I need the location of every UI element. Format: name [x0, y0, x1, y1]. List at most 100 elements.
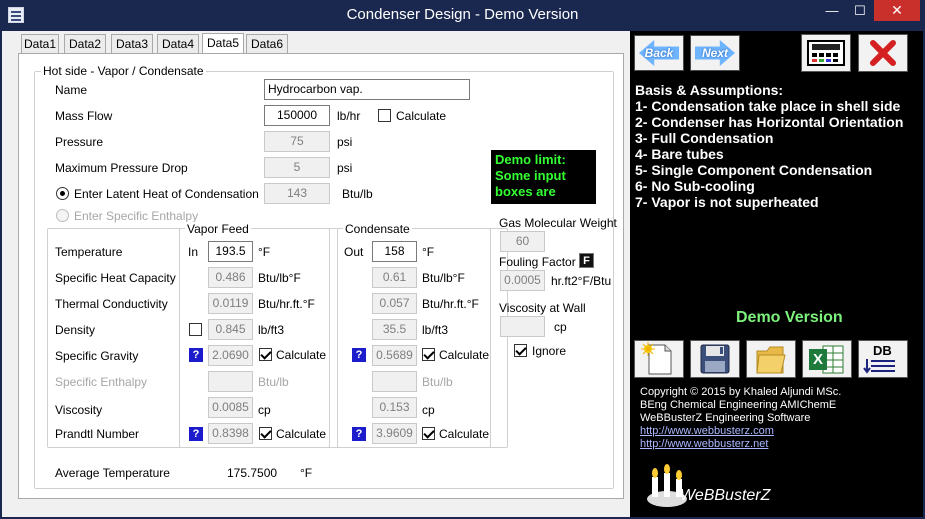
condensate-title: Condensate — [343, 222, 412, 236]
export-excel-button[interactable]: X — [802, 340, 852, 378]
next-button[interactable]: Next — [690, 35, 740, 71]
mass-flow-input[interactable]: 150000 — [264, 105, 330, 126]
mass-flow-calculate-checkbox[interactable] — [378, 109, 391, 122]
vapor-feed-title: Vapor Feed — [185, 222, 251, 236]
vapor-sg-input[interactable]: 2.0690 — [208, 345, 253, 366]
pressure-label: Pressure — [55, 135, 104, 149]
vapor-in-label: In — [188, 245, 199, 259]
average-temperature-label: Average Temperature — [55, 466, 170, 480]
vapor-viscosity-input[interactable]: 0.0085 — [208, 397, 253, 418]
vapor-prandtl-help-icon[interactable]: ? — [189, 427, 203, 441]
save-button[interactable] — [690, 340, 740, 378]
vapor-temperature-input[interactable]: 193.5 — [208, 241, 253, 262]
vapor-k-input[interactable]: 0.0119 — [208, 293, 253, 314]
vapor-density-checkbox[interactable] — [189, 323, 202, 336]
open-folder-button[interactable] — [746, 340, 796, 378]
window-title: Condenser Design - Demo Version — [346, 6, 579, 23]
excel-icon — [809, 345, 844, 374]
vapor-cp-input[interactable]: 0.486 — [208, 267, 253, 288]
tab-data2[interactable]: Data2 — [64, 34, 106, 54]
basis-item: 7- Vapor is not superheated — [635, 194, 819, 210]
basis-item: 1- Condensation take place in shell side — [635, 98, 901, 114]
vapor-enthalpy-input[interactable] — [208, 371, 253, 392]
temperature-label: Temperature — [55, 245, 123, 259]
vapor-sg-calculate-checkbox[interactable] — [259, 348, 272, 361]
calculator-button[interactable] — [801, 34, 851, 72]
title-bar: Condenser Design - Demo Version — ☐ ✕ — [0, 0, 925, 31]
tab-data6[interactable]: Data6 — [246, 34, 288, 54]
demo-limit-line1: Demo limit: — [495, 152, 566, 167]
latent-heat-label: Enter Latent Heat of Condensation — [74, 187, 259, 201]
condensate-enthalpy-input[interactable] — [372, 371, 417, 392]
vapor-sg-help-icon[interactable]: ? — [189, 348, 203, 362]
fouling-factor-button[interactable]: F — [579, 253, 594, 268]
copyright-line: WeBBusterZ Engineering Software — [640, 412, 811, 424]
website-link-net[interactable]: http://www.webbusterz.net — [640, 438, 841, 451]
specific-enthalpy-radio[interactable] — [56, 209, 69, 222]
database-list-icon — [863, 359, 895, 374]
condensate-sg-calculate-label: Calculate — [439, 348, 490, 362]
gas-mw-label: Gas Molecular Weight — [499, 216, 617, 230]
name-input[interactable]: Hydrocarbon vap. — [264, 79, 470, 100]
gas-mw-input[interactable]: 60 — [500, 231, 545, 252]
condensate-sg-input[interactable]: 0.5689 — [372, 345, 417, 366]
fouling-factor-input[interactable]: 0.0005 — [500, 270, 545, 291]
demo-limit-line2: Some input — [495, 168, 566, 183]
condensate-prandtl-help-icon[interactable]: ? — [352, 427, 366, 441]
max-pressure-drop-label: Maximum Pressure Drop — [55, 161, 188, 175]
tab-data1[interactable]: Data1 — [21, 34, 59, 54]
latent-heat-input[interactable]: 143 — [264, 183, 330, 204]
condensate-k-unit: Btu/hr.ft.°F — [422, 297, 479, 311]
minimize-button[interactable]: — — [818, 0, 846, 21]
condensate-k-input[interactable]: 0.057 — [372, 293, 417, 314]
max-pressure-drop-input[interactable]: 5 — [264, 157, 330, 178]
viscosity-wall-input[interactable] — [500, 316, 545, 337]
tab-data3[interactable]: Data3 — [111, 34, 153, 54]
condensate-cp-input[interactable]: 0.61 — [372, 267, 417, 288]
condensate-temperature-unit: °F — [422, 245, 435, 259]
condensate-density-input[interactable]: 35.5 — [372, 319, 417, 340]
excel-letter: X — [813, 351, 824, 368]
condensate-sg-calculate-checkbox[interactable] — [422, 348, 435, 361]
condensate-prandtl-input[interactable]: 3.9609 — [372, 423, 417, 444]
vapor-density-input[interactable]: 0.845 — [208, 319, 253, 340]
latent-heat-unit: Btu/lb — [342, 187, 373, 201]
pressure-unit: psi — [337, 135, 353, 149]
close-window-button[interactable]: ✕ — [874, 0, 920, 21]
specific-heat-label: Specific Heat Capacity — [55, 271, 176, 285]
density-label: Density — [55, 323, 96, 337]
tab-data4[interactable]: Data4 — [157, 34, 199, 54]
specific-gravity-label: Specific Gravity — [55, 349, 139, 363]
condensate-prandtl-calculate-checkbox[interactable] — [422, 427, 435, 440]
name-label: Name — [55, 83, 88, 97]
condensate-prandtl-calculate-label: Calculate — [439, 427, 490, 441]
exit-button[interactable] — [858, 34, 908, 72]
viscosity-wall-label: Viscosity at Wall — [499, 301, 586, 315]
close-icon — [870, 40, 896, 66]
ignore-checkbox[interactable] — [514, 344, 527, 357]
save-disk-icon — [700, 344, 730, 374]
input-panel: Data1 Data2 Data3 Data4 Data5 Data6 Hot … — [2, 31, 630, 517]
back-button[interactable]: Back — [634, 35, 684, 71]
vapor-viscosity-unit: cp — [258, 403, 271, 417]
database-button[interactable]: DB — [858, 340, 908, 378]
copyright-line: Copyright © 2015 by Khaled Aljundi MSc. — [640, 386, 842, 398]
max-pressure-drop-unit: psi — [337, 161, 353, 175]
tab-data5[interactable]: Data5 — [202, 33, 244, 55]
new-file-button[interactable] — [634, 340, 684, 378]
maximize-button[interactable]: ☐ — [846, 0, 874, 21]
tab-page-data5: Hot side - Vapor / Condensate Name Hydro… — [18, 53, 624, 499]
vapor-temperature-unit: °F — [258, 245, 271, 259]
vapor-sg-calculate-label: Calculate — [276, 348, 327, 362]
back-label: Back — [644, 46, 674, 60]
app-window: Condenser Design - Demo Version — ☐ ✕ Da… — [0, 0, 925, 519]
condensate-temperature-input[interactable]: 158 — [372, 241, 417, 262]
latent-heat-radio[interactable] — [56, 187, 69, 200]
vapor-prandtl-calculate-checkbox[interactable] — [259, 427, 272, 440]
vapor-prandtl-input[interactable]: 0.8398 — [208, 423, 253, 444]
website-link-com[interactable]: http://www.webbusterz.com — [640, 425, 841, 438]
condensate-sg-help-icon[interactable]: ? — [352, 348, 366, 362]
pressure-input[interactable]: 75 — [264, 131, 330, 152]
vapor-cp-unit: Btu/lb°F — [258, 271, 301, 285]
condensate-viscosity-input[interactable]: 0.153 — [372, 397, 417, 418]
